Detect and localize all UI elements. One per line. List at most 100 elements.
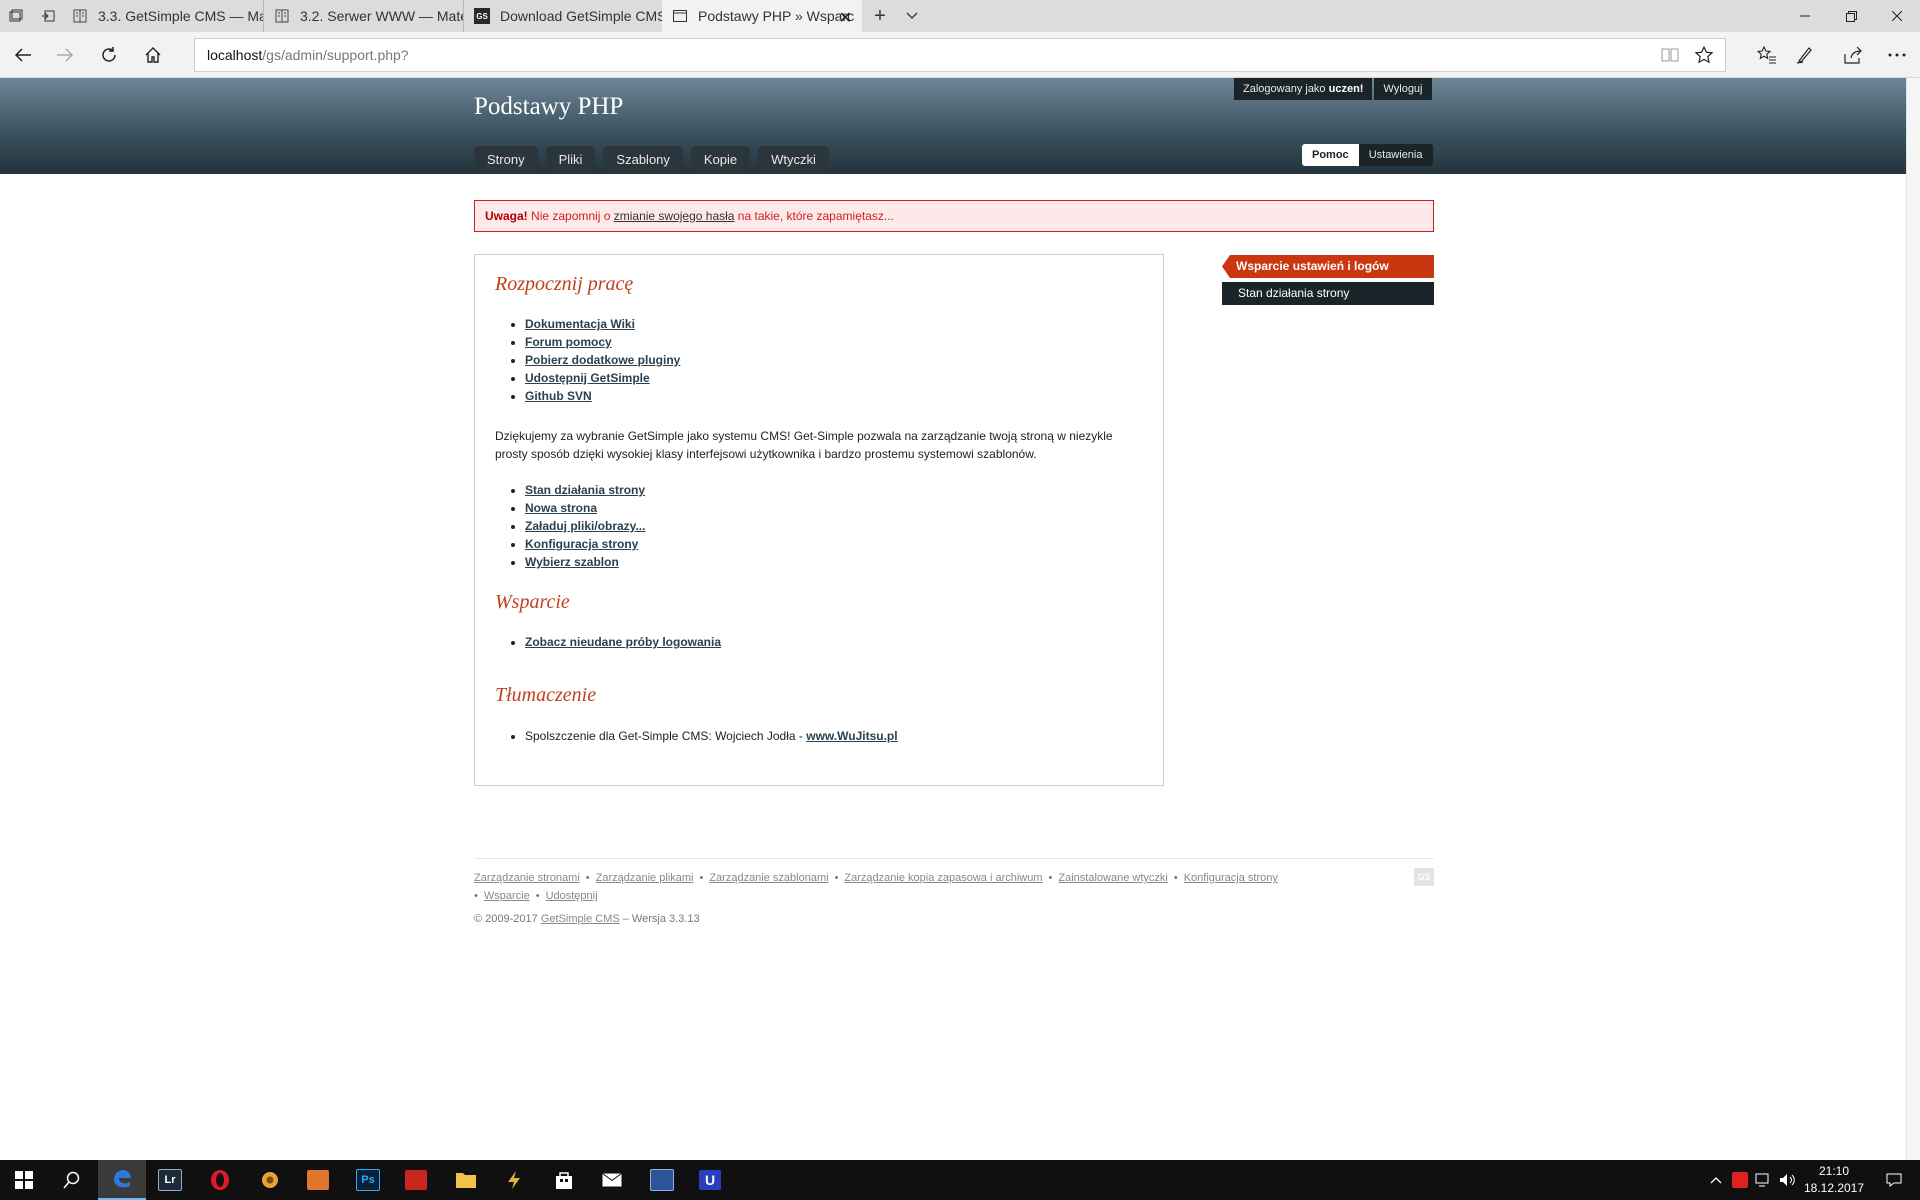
address-bar[interactable]: localhost/gs/admin/support.php? <box>194 38 1726 72</box>
translation-list: Spolszczenie dla Get-Simple CMS: Wojciec… <box>495 727 898 745</box>
mail-icon[interactable] <box>588 1160 636 1200</box>
url-path: /gs/admin/support.php? <box>262 47 409 63</box>
home-icon[interactable] <box>136 38 170 72</box>
volume-icon[interactable] <box>1776 1160 1800 1200</box>
footer-link-support[interactable]: Wsparcie <box>484 890 530 902</box>
nav-tab-szablony[interactable]: Szablony <box>603 146 683 174</box>
gs-logo-badge: GS <box>1414 868 1434 886</box>
link-upload-files[interactable]: Załaduj pliki/obrazy... <box>525 519 645 533</box>
notice-label: Uwaga! <box>485 209 528 223</box>
tab-serwer-www[interactable]: 3.2. Serwer WWW — Materi <box>264 0 464 32</box>
link-new-page[interactable]: Nowa strona <box>525 501 597 515</box>
edge-icon[interactable] <box>98 1160 146 1200</box>
start-icon[interactable] <box>0 1160 48 1200</box>
link-site-config[interactable]: Konfiguracja strony <box>525 537 638 551</box>
tab-preview-chevron-icon[interactable] <box>898 0 926 32</box>
footer-link-themes[interactable]: Zarządzanie szablonami <box>709 872 828 884</box>
reading-view-icon[interactable] <box>1654 38 1686 72</box>
footer-link-backups[interactable]: Zarządzanie kopia zapasowa i archiwum <box>844 872 1042 884</box>
user-box: Zalogowany jako uczen! Wyloguj <box>1234 78 1432 100</box>
footer: Zarządzanie stronami • Zarządzanie plikami… <box>474 858 1434 925</box>
link-share-getsimple[interactable]: Udostępnij GetSimple <box>525 371 650 385</box>
back-icon[interactable] <box>6 38 40 72</box>
list-item: Załaduj pliki/obrazy... <box>525 517 645 535</box>
search-icon[interactable] <box>48 1160 96 1200</box>
opera-icon[interactable] <box>196 1160 244 1200</box>
nav-tab-kopie[interactable]: Kopie <box>690 146 751 174</box>
list-item: Pobierz dodatkowe pluginy <box>525 351 680 369</box>
web-note-pen-icon[interactable] <box>1788 38 1822 72</box>
link-site-health[interactable]: Stan działania strony <box>525 483 645 497</box>
file-explorer-icon[interactable] <box>442 1160 490 1200</box>
admin-header: Podstawy PHP Zalogowany jako uczen! Wylo… <box>0 78 1906 174</box>
winamp-icon[interactable] <box>490 1160 538 1200</box>
footer-link-plugins[interactable]: Zainstalowane wtyczki <box>1058 872 1167 884</box>
link-download-plugins[interactable]: Pobierz dodatkowe pluginy <box>525 353 680 367</box>
system-clock[interactable]: 21:10 18.12.2017 <box>1802 1163 1866 1197</box>
copyright: © 2009-2017 GetSimple CMS – Wersja 3.3.1… <box>474 913 700 925</box>
nav-tab-strony[interactable]: Strony <box>474 146 538 174</box>
store-icon[interactable] <box>540 1160 588 1200</box>
list-item: Forum pomocy <box>525 333 680 351</box>
calendar-icon[interactable] <box>638 1160 686 1200</box>
tab-podstawy-php[interactable]: Podstawy PHP » Wsparc ✕ <box>662 0 862 32</box>
subnav-ustawienia[interactable]: Ustawienia <box>1358 144 1433 166</box>
lightroom-icon[interactable]: Lr <box>146 1160 194 1200</box>
app-u-icon[interactable]: U <box>686 1160 734 1200</box>
link-help-forum[interactable]: Forum pomocy <box>525 335 612 349</box>
new-tab-icon[interactable]: + <box>866 0 894 32</box>
link-failed-logins[interactable]: Zobacz nieudane próby logowania <box>525 635 721 649</box>
support-content: Rozpocznij pracę Dokumentacja Wiki Forum… <box>474 254 1164 786</box>
acrobat-icon[interactable] <box>392 1160 440 1200</box>
link-github-svn[interactable]: Github SVN <box>525 389 592 403</box>
settings-gear-icon[interactable] <box>246 1160 294 1200</box>
close-tab-icon[interactable]: ✕ <box>839 8 852 28</box>
tab-bar: 3.3. GetSimple CMS — Mate 3.2. Serwer WW… <box>0 0 1920 32</box>
photoshop-icon[interactable]: Ps <box>344 1160 392 1200</box>
web-page: Podstawy PHP Zalogowany jako uczen! Wylo… <box>0 78 1906 1160</box>
favorite-star-icon[interactable] <box>1688 38 1720 72</box>
quick-links: Stan działania strony Nowa strona Załadu… <box>495 481 645 571</box>
link-wiki-docs[interactable]: Dokumentacja Wiki <box>525 317 635 331</box>
tab-actions-icon[interactable] <box>2 0 30 32</box>
restore-icon[interactable] <box>1828 0 1874 32</box>
favorites-hub-icon[interactable] <box>1750 38 1784 72</box>
logout-link[interactable]: Wyloguj <box>1374 78 1432 100</box>
link-wujitsu[interactable]: www.WuJitsu.pl <box>806 729 897 743</box>
sidebar-item-site-health[interactable]: Stan działania strony <box>1222 282 1434 305</box>
change-password-link[interactable]: zmianie swojego hasła <box>614 209 735 223</box>
refresh-icon[interactable] <box>92 38 126 72</box>
footer-link-settings[interactable]: Konfiguracja strony <box>1184 872 1278 884</box>
share-icon[interactable] <box>1836 38 1870 72</box>
network-icon[interactable] <box>1752 1160 1776 1200</box>
minimize-icon[interactable] <box>1782 0 1828 32</box>
close-window-icon[interactable] <box>1874 0 1920 32</box>
main-nav: Strony Pliki Szablony Kopie Wtyczki <box>474 146 837 174</box>
tab-download-getsimple[interactable]: GS Download GetSimple CMS | <box>464 0 662 32</box>
show-hidden-icons-icon[interactable] <box>1704 1160 1728 1200</box>
nav-tab-pliki[interactable]: Pliki <box>545 146 596 174</box>
page-scrollbar[interactable] <box>1906 78 1920 1160</box>
more-menu-icon[interactable] <box>1880 38 1914 72</box>
navigation-bar: localhost/gs/admin/support.php? <box>0 32 1920 78</box>
list-item: Github SVN <box>525 387 680 405</box>
list-item: Spolszczenie dla Get-Simple CMS: Wojciec… <box>525 727 898 745</box>
support-links: Zobacz nieudane próby logowania <box>495 633 721 651</box>
subnav-pomoc[interactable]: Pomoc <box>1302 144 1359 166</box>
nav-tab-wtyczki[interactable]: Wtyczki <box>758 146 829 174</box>
getsimple-link[interactable]: GetSimple CMS <box>541 913 620 925</box>
footer-link-share[interactable]: Udostępnij <box>546 890 598 902</box>
clock-date: 18.12.2017 <box>1803 1181 1865 1195</box>
link-choose-theme[interactable]: Wybierz szablon <box>525 555 619 569</box>
antivirus-tray-icon[interactable] <box>1728 1160 1752 1200</box>
getsimple-favicon-icon: GS <box>474 8 490 24</box>
tab-getsimple-materials[interactable]: 3.3. GetSimple CMS — Mate <box>62 0 264 32</box>
set-tabs-aside-icon[interactable] <box>34 0 62 32</box>
forward-icon[interactable] <box>48 38 82 72</box>
site-title[interactable]: Podstawy PHP <box>474 93 623 121</box>
folder-app-icon[interactable] <box>294 1160 342 1200</box>
action-center-icon[interactable] <box>1872 1160 1916 1200</box>
footer-link-pages[interactable]: Zarządzanie stronami <box>474 872 580 884</box>
sidebar-item-support-logs[interactable]: Wsparcie ustawień i logów <box>1222 255 1434 278</box>
footer-link-files[interactable]: Zarządzanie plikami <box>596 872 694 884</box>
